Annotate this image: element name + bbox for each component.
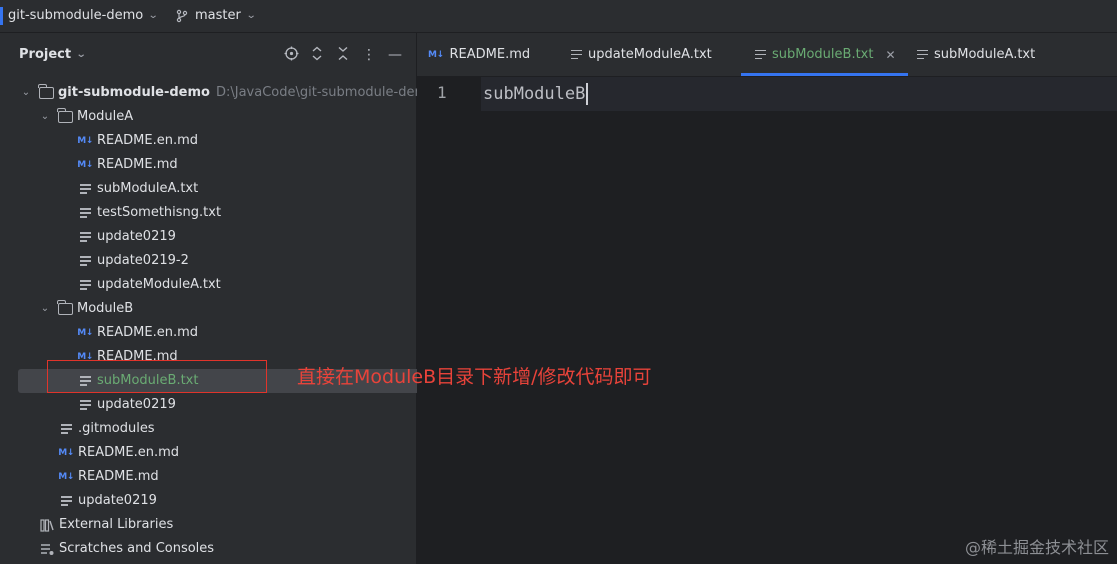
project-view-selector[interactable]: Project ⌄ (19, 47, 87, 62)
file-label: updateModuleA.txt (97, 277, 221, 292)
line-number: 1 (437, 83, 447, 102)
text-file-icon (58, 421, 74, 437)
expand-all-icon[interactable] (308, 46, 326, 64)
file-label: subModuleA.txt (97, 181, 199, 196)
chevron-down-icon[interactable]: ⌄ (39, 105, 51, 129)
chevron-down-icon: ⌄ (147, 10, 159, 21)
markdown-icon: M↓ (58, 448, 74, 458)
tree-file[interactable]: M↓ README.md (0, 465, 474, 489)
project-panel: Project ⌄ ⋮ — ⌄ git-submodule-demo D:\Ja… (0, 33, 463, 564)
annotation-text: 直接在ModuleB目录下新增/修改代码即可 (297, 366, 652, 388)
chevron-down-icon: ⌄ (75, 49, 87, 60)
markdown-icon: M↓ (428, 49, 444, 60)
code-text: subModuleB (483, 84, 586, 104)
tab-submodule-a[interactable]: subModuleA.txt (917, 33, 1035, 76)
tab-update-module-a[interactable]: updateModuleA.txt (571, 33, 712, 76)
tab-readme[interactable]: M↓ README.md (428, 33, 530, 76)
text-file-icon (77, 397, 93, 413)
locate-icon[interactable] (282, 46, 300, 64)
tab-submodule-b[interactable]: subModuleB.txt ✕ (741, 33, 908, 76)
text-file-icon (917, 49, 928, 60)
branch-name: master (195, 8, 241, 23)
file-label: README.en.md (97, 133, 198, 148)
tree-external-libraries[interactable]: External Libraries (0, 513, 455, 537)
text-caret (586, 83, 589, 105)
library-icon (39, 517, 55, 533)
file-label: update0219 (97, 229, 176, 244)
file-label: README.md (78, 469, 159, 484)
file-label: update0219 (78, 493, 157, 508)
text-file-icon (77, 277, 93, 293)
text-file-icon (755, 49, 766, 60)
tree-root[interactable]: ⌄ git-submodule-demo D:\JavaCode\git-sub… (0, 81, 436, 105)
tab-label: subModuleB.txt (772, 47, 874, 62)
chevron-down-icon[interactable]: ⌄ (39, 297, 51, 321)
project-name: git-submodule-demo (8, 8, 144, 23)
code-editor[interactable]: 1 subModuleB (417, 77, 1117, 564)
project-panel-header: Project ⌄ ⋮ — (0, 33, 416, 79)
close-icon[interactable]: ✕ (885, 48, 895, 62)
text-file-icon (571, 49, 582, 60)
panel-title: Project (19, 47, 72, 62)
file-label: update0219 (97, 397, 176, 412)
branch-switcher[interactable]: master ⌄ (175, 0, 257, 32)
markdown-icon: M↓ (58, 472, 74, 482)
root-label: git-submodule-demo (58, 85, 210, 100)
folder-icon (57, 300, 73, 317)
item-label: Scratches and Consoles (59, 541, 215, 556)
tab-label: README.md (449, 47, 531, 62)
file-label: testSomethisng.txt (97, 205, 222, 220)
chevron-down-icon[interactable]: ⌄ (20, 81, 32, 105)
tree-folder-modulea[interactable]: ⌄ ModuleA (0, 105, 455, 129)
tree-file[interactable]: M↓ README.en.md (0, 441, 474, 465)
code-line[interactable]: subModuleB (483, 83, 589, 105)
hide-panel-icon[interactable]: — (386, 46, 404, 64)
highlight-box (47, 360, 267, 393)
markdown-icon: M↓ (77, 328, 93, 338)
tree-file[interactable]: .gitmodules (0, 417, 474, 441)
item-label: External Libraries (59, 517, 174, 532)
text-file-icon (58, 493, 74, 509)
file-label: README.en.md (97, 325, 198, 340)
editor-tabs: M↓ README.md updateModuleA.txt subModule… (417, 33, 1117, 77)
text-file-icon (77, 205, 93, 221)
project-switcher[interactable]: git-submodule-demo ⌄ (8, 0, 159, 32)
project-accent (0, 7, 3, 25)
more-options-icon[interactable]: ⋮ (360, 46, 378, 64)
markdown-icon: M↓ (77, 160, 93, 170)
tree-scratches[interactable]: Scratches and Consoles (0, 537, 455, 561)
folder-label: ModuleB (77, 301, 134, 316)
collapse-all-icon[interactable] (334, 46, 352, 64)
tab-label: subModuleA.txt (934, 47, 1036, 62)
main-toolbar: git-submodule-demo ⌄ master ⌄ (0, 0, 1117, 33)
scratches-icon (39, 541, 55, 557)
watermark: @稀土掘金技术社区 (964, 538, 1109, 557)
tab-label: updateModuleA.txt (588, 47, 712, 62)
folder-label: ModuleA (77, 109, 134, 124)
tree-file[interactable]: update0219 (0, 489, 474, 513)
root-path: D:\JavaCode\git-submodule-demo (215, 85, 436, 100)
file-label: update0219-2 (97, 253, 189, 268)
branch-icon (176, 9, 188, 23)
text-file-icon (77, 229, 93, 245)
markdown-icon: M↓ (77, 136, 93, 146)
folder-icon (57, 108, 73, 125)
line-gutter: 1 (417, 77, 481, 564)
text-file-icon (77, 181, 93, 197)
file-label: .gitmodules (78, 421, 155, 436)
tree-folder-moduleb[interactable]: ⌄ ModuleB (0, 297, 455, 321)
chevron-down-icon: ⌄ (245, 10, 257, 21)
folder-icon (38, 84, 54, 101)
file-label: README.en.md (78, 445, 179, 460)
file-label: README.md (97, 157, 178, 172)
text-file-icon (77, 253, 93, 269)
